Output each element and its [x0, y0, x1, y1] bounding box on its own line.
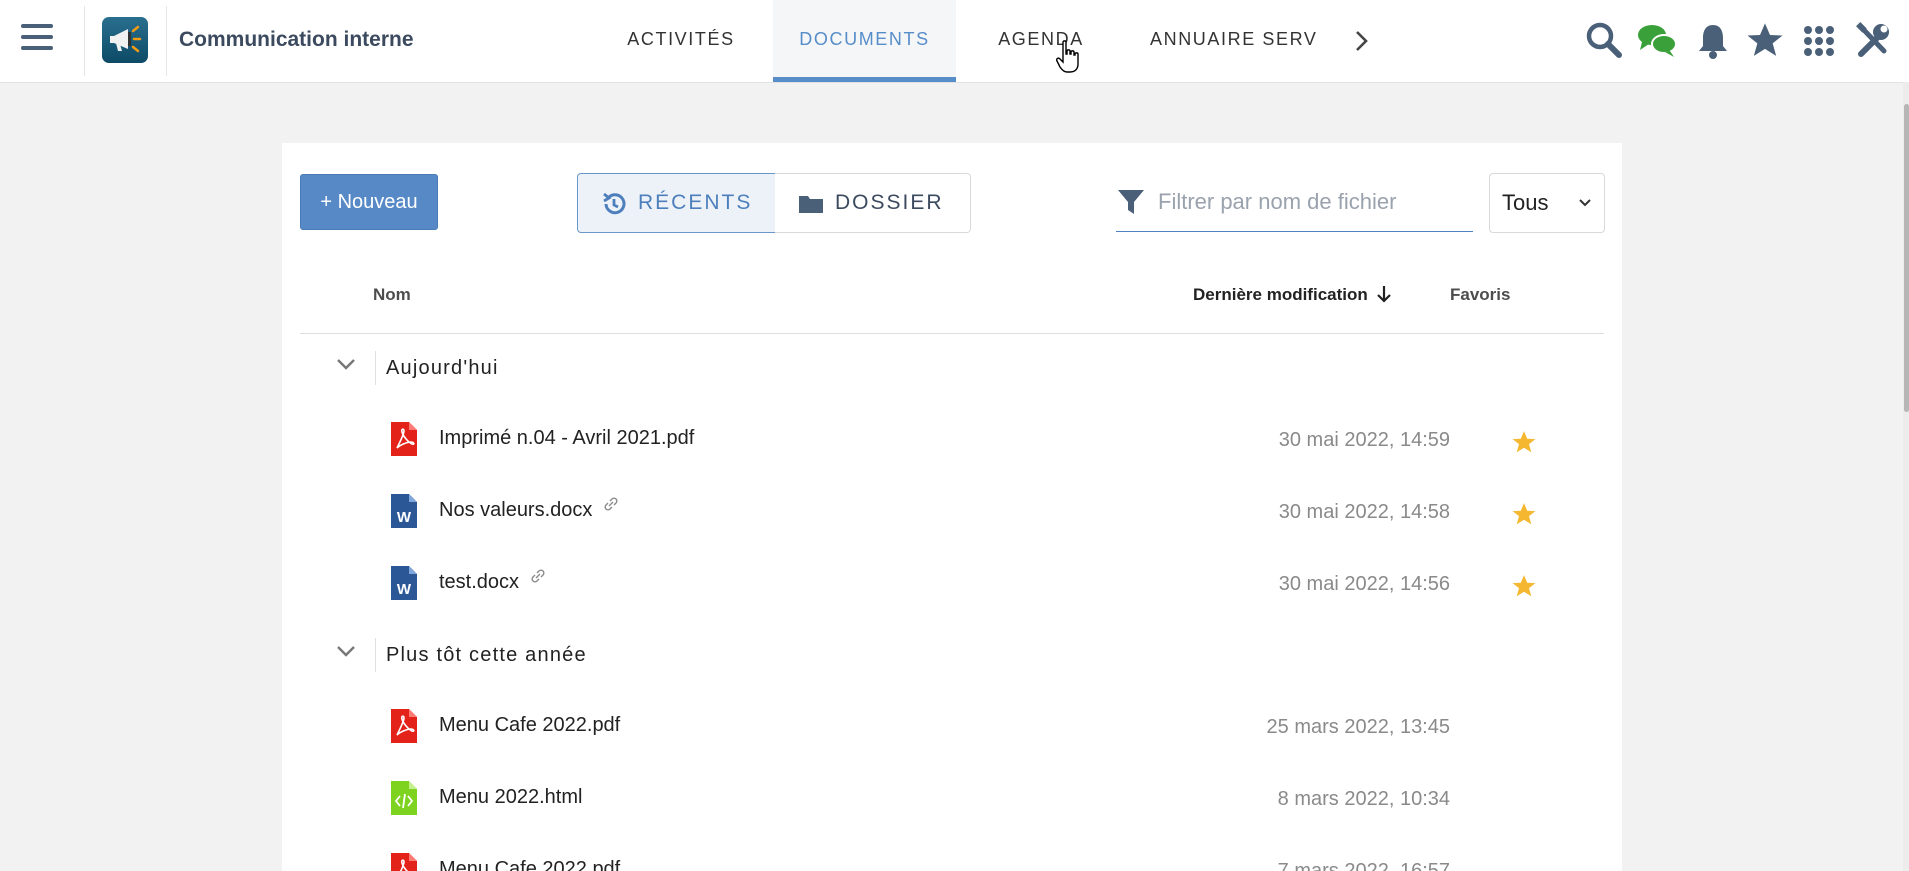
view-recent-label: RÉCENTS [638, 191, 753, 214]
group-label: Plus tôt cette année [386, 644, 587, 666]
tools-icon[interactable] [1853, 20, 1893, 60]
page-scrollbar-thumb[interactable] [1904, 104, 1909, 412]
group-header[interactable]: Plus tôt cette année [300, 624, 1604, 684]
file-name[interactable]: Menu Cafe 2022.pdf [439, 858, 620, 871]
table-row[interactable]: Menu Cafe 2022.pdf 7 mars 2022, 16:57 [300, 836, 1604, 871]
top-bar: Communication interne ACTIVITÉS DOCUMENT… [0, 0, 1909, 83]
filter-icon [1118, 190, 1144, 214]
file-name[interactable]: Menu 2022.html [439, 786, 582, 809]
table-row[interactable]: W Nos valeurs.docx 30 mai 2022, 14:58 [300, 477, 1604, 549]
documents-panel: + Nouveau RÉCENTS DOSSIER Tous Nom Derni… [282, 143, 1622, 871]
svg-text:W: W [397, 509, 412, 526]
divider [84, 6, 85, 76]
column-modified-label: Dernière modification [1193, 285, 1368, 304]
chevron-down-icon[interactable] [336, 357, 356, 371]
chevron-down-icon[interactable] [336, 644, 356, 658]
new-button[interactable]: + Nouveau [300, 174, 438, 230]
file-name-label: Nos valeurs.docx [439, 499, 593, 521]
svg-text:W: W [397, 581, 412, 598]
view-folder-button[interactable]: DOSSIER [775, 173, 971, 233]
bell-icon[interactable] [1693, 20, 1733, 60]
menu-icon[interactable] [21, 24, 53, 56]
main-tabs: ACTIVITÉS DOCUMENTS AGENDA ANNUAIRE SERV [600, 0, 1335, 82]
file-name[interactable]: Nos valeurs.docx [439, 497, 618, 522]
file-modified: 30 mai 2022, 14:56 [1278, 573, 1450, 595]
table-row[interactable]: Imprimé n.04 - Avril 2021.pdf 30 mai 202… [300, 405, 1604, 477]
sort-desc-icon [1376, 286, 1391, 303]
html-file-icon [391, 781, 417, 815]
file-modified: 7 mars 2022, 16:57 [1277, 860, 1450, 871]
view-recent-button[interactable]: RÉCENTS [577, 173, 776, 233]
star-icon[interactable] [1745, 20, 1785, 60]
view-folder-label: DOSSIER [835, 191, 944, 214]
app-logo[interactable] [102, 17, 148, 63]
pdf-file-icon [391, 853, 417, 871]
tab-annuaire[interactable]: ANNUAIRE SERV [1150, 0, 1335, 82]
favorite-star-icon[interactable] [1511, 429, 1537, 455]
table-row[interactable]: Menu Cafe 2022.pdf 25 mars 2022, 13:45 [300, 692, 1604, 764]
chat-icon[interactable] [1636, 20, 1677, 60]
table-header: Nom Dernière modification Favoris [300, 273, 1604, 334]
file-modified: 30 mai 2022, 14:58 [1278, 501, 1450, 523]
megaphone-logo [110, 25, 142, 53]
tab-activites[interactable]: ACTIVITÉS [600, 0, 762, 82]
type-select-value: Tous [1502, 190, 1549, 215]
filter-input[interactable] [1156, 183, 1470, 221]
folder-icon [799, 196, 823, 213]
tab-agenda[interactable]: AGENDA [956, 0, 1126, 82]
file-modified: 8 mars 2022, 10:34 [1277, 788, 1450, 810]
chevron-right-icon[interactable] [1350, 26, 1374, 56]
file-name[interactable]: test.docx [439, 569, 545, 594]
tab-documents[interactable]: DOCUMENTS [773, 0, 956, 82]
word-file-icon: W [391, 494, 417, 528]
divider [166, 6, 167, 76]
app-title: Communication interne [179, 28, 414, 51]
apps-grid-icon[interactable] [1799, 20, 1839, 60]
file-modified: 30 mai 2022, 14:59 [1278, 429, 1450, 451]
table-row[interactable]: W test.docx 30 mai 2022, 14:56 [300, 549, 1604, 621]
type-select[interactable]: Tous [1489, 173, 1605, 233]
group-header[interactable]: Aujourd'hui [300, 337, 1604, 397]
shared-link-icon [604, 497, 618, 511]
shared-link-icon [531, 569, 545, 583]
favorite-star-icon[interactable] [1511, 501, 1537, 527]
pdf-file-icon [391, 422, 417, 456]
table-row[interactable]: Menu 2022.html 8 mars 2022, 10:34 [300, 764, 1604, 836]
history-icon [603, 192, 626, 215]
filter-field [1116, 173, 1473, 232]
chevron-down-icon [1579, 199, 1591, 207]
file-name[interactable]: Imprimé n.04 - Avril 2021.pdf [439, 427, 694, 450]
column-favorites-header: Favoris [1450, 285, 1511, 304]
word-file-icon: W [391, 566, 417, 600]
group-label: Aujourd'hui [386, 357, 499, 379]
search-icon[interactable] [1584, 20, 1624, 60]
hand-cursor-icon [1056, 40, 1079, 73]
pdf-file-icon [391, 709, 417, 743]
favorite-star-icon[interactable] [1511, 573, 1537, 599]
file-name-label: test.docx [439, 571, 520, 593]
column-name-header[interactable]: Nom [373, 285, 411, 305]
file-name[interactable]: Menu Cafe 2022.pdf [439, 714, 620, 737]
column-modified-header[interactable]: Dernière modification [1193, 285, 1392, 305]
file-modified: 25 mars 2022, 13:45 [1266, 716, 1450, 738]
